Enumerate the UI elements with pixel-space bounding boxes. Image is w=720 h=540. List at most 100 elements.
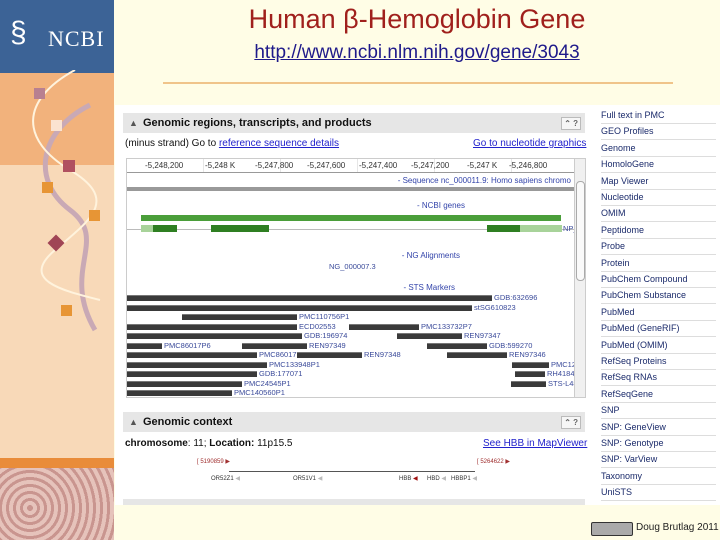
sidebar-link[interactable]: OMIM (601, 208, 626, 218)
collapse-icon[interactable]: ▲ (129, 412, 138, 432)
sts-track-label[interactable]: - STS Markers (403, 283, 455, 292)
sidebar-link[interactable]: SNP: VarView (601, 454, 657, 464)
sts-marker-bar[interactable] (127, 342, 162, 349)
gene-HBD[interactable]: HBD ◀ (427, 475, 446, 482)
sts-marker-label[interactable]: PMC104188P1 (256, 398, 307, 399)
sidebar-link[interactable]: SNP: Genotype (601, 438, 664, 448)
gene-url-link[interactable]: http://www.ncbi.nlm.nih.gov/gene/3043 (114, 42, 720, 64)
sequence-track-label[interactable]: - Sequence nc_000011.9: Homo sapiens chr… (398, 176, 571, 185)
help-buttons[interactable]: ⌃ ? (561, 416, 581, 429)
sts-marker-bar[interactable] (127, 390, 232, 396)
sts-marker-bar[interactable] (127, 295, 492, 301)
exon[interactable] (211, 225, 269, 232)
sts-marker-bar[interactable] (127, 380, 242, 387)
sts-marker-bar[interactable] (515, 371, 545, 377)
sts-marker-label[interactable]: GDB:599270 (489, 341, 532, 350)
sidebar-link[interactable]: PubMed (OMIM) (601, 340, 668, 350)
sidebar-link[interactable]: SNP (601, 405, 620, 415)
sts-marker-bar[interactable] (512, 361, 549, 368)
sidebar-link[interactable]: PubChem Substance (601, 290, 686, 300)
sts-marker-bar[interactable] (127, 371, 257, 377)
sts-marker-label[interactable]: GDB:196974 (304, 331, 347, 340)
sts-marker-label[interactable]: REN97346 (509, 350, 546, 359)
reference-sequence-link[interactable]: reference sequence details (219, 138, 339, 149)
nucleotide-graphics-link[interactable]: Go to nucleotide graphics (473, 138, 586, 149)
sts-marker-label[interactable]: stSG610823 (474, 303, 516, 312)
decor-stripe (0, 458, 114, 468)
sidebar-link[interactable]: PubMed (601, 307, 635, 317)
sidebar-link[interactable]: Probe (601, 241, 625, 251)
sidebar-link[interactable]: Map Viewer (601, 176, 648, 186)
sts-marker-bar[interactable] (127, 304, 472, 311)
divider (601, 385, 716, 387)
scrollbar-thumb[interactable] (576, 181, 585, 281)
gene-label: OR52Z1 (211, 476, 234, 482)
sts-marker-label[interactable]: ECD02553 (299, 322, 336, 331)
divider (601, 467, 716, 469)
sts-marker-bar[interactable] (127, 361, 267, 368)
sts-marker-bar[interactable] (349, 323, 419, 330)
sts-marker-label[interactable]: PMC133732P7 (421, 322, 472, 331)
sidebar-link[interactable]: Genome (601, 143, 636, 153)
sts-marker-bar[interactable] (182, 314, 297, 320)
sidebar-link[interactable]: GEO Profiles (601, 126, 654, 136)
divider (601, 221, 716, 223)
sts-marker-bar[interactable] (427, 342, 487, 349)
ng-track-label[interactable]: - NG Alignments (402, 251, 460, 260)
ng-alignment-label[interactable]: NG_000007.3 (329, 262, 376, 271)
divider (601, 369, 716, 370)
gene-OR52Z1[interactable]: OR52Z1 ◀ (211, 475, 240, 482)
sidebar-link[interactable]: Peptidome (601, 225, 644, 235)
sidebar-link[interactable]: PubChem Compound (601, 274, 688, 284)
sidebar-link[interactable]: RefSeq Proteins (601, 356, 667, 366)
sts-marker-label[interactable]: RH4184 (547, 369, 575, 378)
sidebar-link[interactable]: Nucleotide (601, 192, 644, 202)
ruler-tick: -5,247 K (467, 161, 498, 170)
sts-marker-label[interactable]: REN97349 (309, 341, 346, 350)
sidebar-link[interactable]: RefSeqGene (601, 389, 653, 399)
sts-marker-bar[interactable] (511, 380, 546, 387)
sts-marker-label[interactable]: PMC86017P6 (164, 341, 211, 350)
sts-marker-label[interactable]: GDB:177071 (259, 369, 302, 378)
scrollbar[interactable] (574, 159, 585, 397)
sequence-viewer[interactable]: -5,248,200 -5,248 K -5,247,800 -5,247,60… (126, 158, 586, 398)
sidebar-link[interactable]: Full text in PMC (601, 110, 665, 120)
gene-HBB[interactable]: HBB ◀ (399, 475, 418, 482)
sidebar-link[interactable]: Taxonomy (601, 471, 642, 481)
genes-track-label[interactable]: - NCBI genes (417, 201, 465, 210)
help-buttons[interactable]: ⌃ ? (561, 117, 581, 130)
sts-marker-label[interactable]: REN97347 (464, 331, 501, 340)
genomic-context-header[interactable]: ▲ Genomic context ⌃ ? (123, 412, 585, 432)
genomic-regions-header[interactable]: ▲ Genomic regions, transcripts, and prod… (123, 113, 585, 133)
divider (601, 352, 716, 354)
ruler-tick: -5,248,200 (145, 161, 184, 170)
sidebar-link[interactable]: UniSTS (601, 487, 632, 497)
sts-marker-bar[interactable] (127, 333, 302, 339)
sts-marker-label[interactable]: PMC140560P1 (234, 388, 285, 397)
mapviewer-link[interactable]: See HBB in MapViewer (483, 438, 587, 449)
sts-marker-label[interactable]: REN97348 (364, 350, 401, 359)
gene-OR51V1[interactable]: OR51V1 ◀ (293, 475, 322, 482)
divider (601, 172, 716, 174)
exon[interactable] (153, 225, 177, 232)
chromosome-value: : 11; (187, 438, 207, 449)
exon[interactable] (487, 225, 520, 232)
sts-marker-label[interactable]: PMC110756P1 (299, 312, 349, 321)
sts-marker-label[interactable]: PMC133948P1 (269, 360, 320, 369)
collapse-icon[interactable]: ▲ (129, 113, 138, 133)
sts-marker-bar[interactable] (447, 352, 507, 358)
sts-marker-bar[interactable] (242, 342, 307, 349)
gene-HBBP1[interactable]: HBBP1 ◀ (451, 475, 477, 482)
sidebar-link[interactable]: Protein (601, 258, 630, 268)
sts-marker-bar[interactable] (127, 323, 297, 330)
gene-bar[interactable] (141, 215, 561, 221)
sts-marker-bar[interactable] (297, 352, 362, 358)
sidebar-link[interactable]: HomoloGene (601, 159, 654, 169)
sts-marker-bar[interactable] (397, 333, 462, 339)
sidebar-link[interactable]: RefSeq RNAs (601, 372, 657, 382)
sidebar-link[interactable]: SNP: GeneView (601, 422, 666, 432)
sts-marker-label[interactable]: GDB:632696 (494, 293, 537, 302)
sts-marker-bar[interactable] (127, 352, 257, 358)
sidebar-link[interactable]: PubMed (GeneRIF) (601, 323, 680, 333)
sts-marker-label[interactable]: PMC24545P1 (244, 379, 291, 388)
